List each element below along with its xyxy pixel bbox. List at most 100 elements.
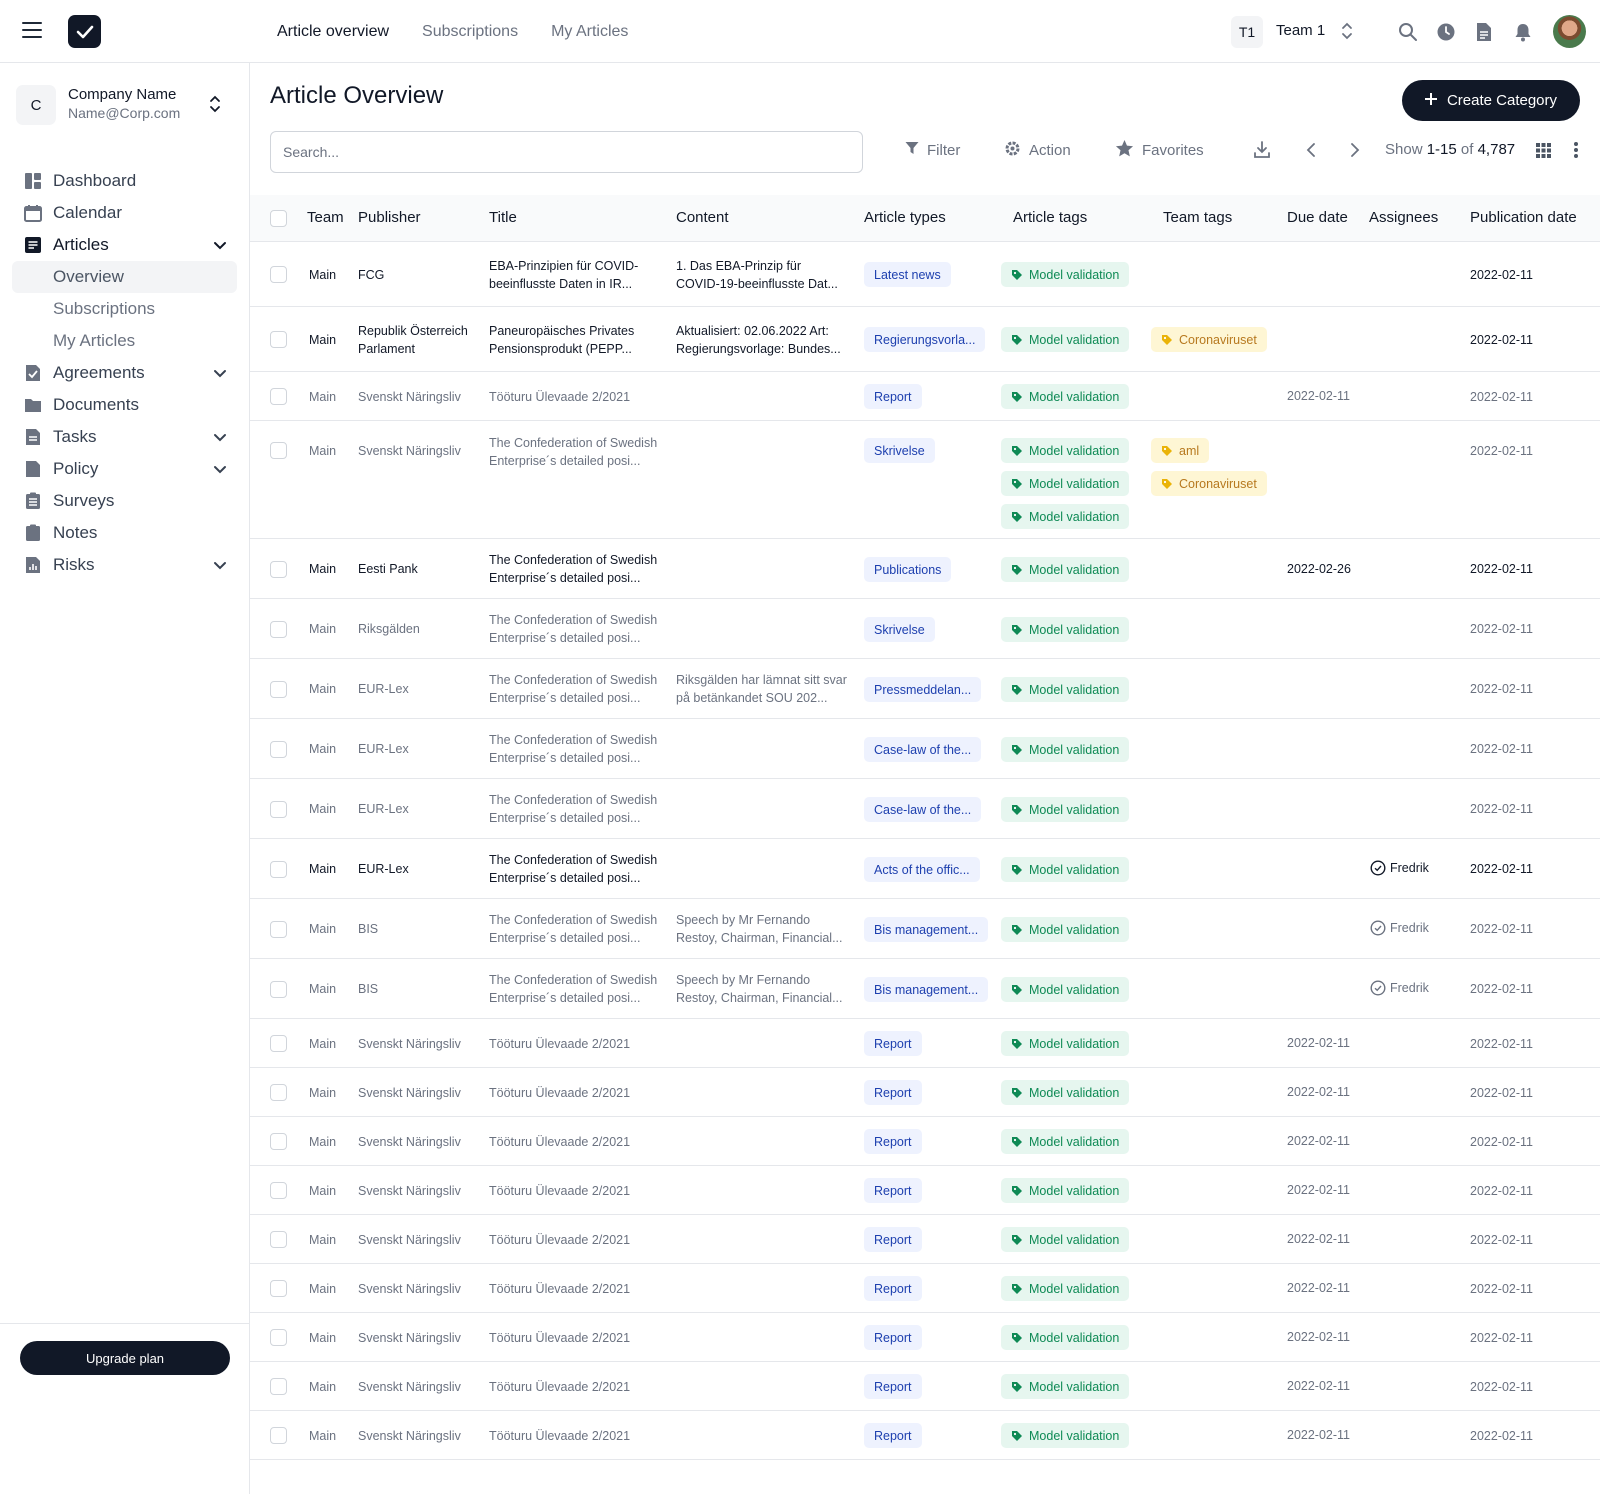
article-tag-badge[interactable]: Model validation: [1001, 1276, 1130, 1301]
article-tag-badge[interactable]: Model validation: [1001, 1129, 1130, 1154]
assignee-cell[interactable]: Fredrik: [1370, 980, 1429, 996]
article-tag-badge[interactable]: Model validation: [1001, 977, 1130, 1002]
search-icon[interactable]: [1397, 21, 1419, 43]
row-checkbox[interactable]: [270, 681, 287, 698]
article-tag-badge[interactable]: Model validation: [1001, 917, 1130, 942]
team-badge[interactable]: T1: [1231, 16, 1263, 48]
table-row[interactable]: Main Svenskt Näringsliv Tööturu Ülevaade 2…: [250, 1068, 1600, 1117]
team-tag-badge[interactable]: aml: [1151, 438, 1210, 463]
create-category-button[interactable]: Create Category: [1402, 80, 1580, 121]
table-row[interactable]: Main EUR-Lex The Confederation of Swedish E…: [250, 779, 1600, 839]
sidebar-item-notes[interactable]: Notes: [12, 517, 237, 549]
team-switcher-icon[interactable]: [1340, 20, 1354, 42]
column-header-assignees[interactable]: Assignees: [1369, 209, 1438, 226]
team-tag-badge[interactable]: Coronaviruset: [1151, 327, 1267, 352]
table-row[interactable]: Main Svenskt Näringsliv The Confederation …: [250, 421, 1600, 539]
sidebar-item-agreements[interactable]: Agreements: [12, 357, 237, 389]
action-button[interactable]: Action: [1004, 139, 1071, 161]
article-type-badge[interactable]: Publications: [864, 557, 952, 582]
article-tag-badge[interactable]: Model validation: [1001, 438, 1130, 463]
column-header-content[interactable]: Content: [676, 209, 729, 226]
row-checkbox[interactable]: [270, 1378, 287, 1395]
article-type-badge[interactable]: Report: [864, 1031, 922, 1056]
row-checkbox[interactable]: [270, 442, 287, 459]
article-type-badge[interactable]: Report: [864, 1178, 922, 1203]
article-tag-badge[interactable]: Model validation: [1001, 677, 1130, 702]
article-tag-badge[interactable]: Model validation: [1001, 384, 1130, 409]
app-logo[interactable]: [68, 15, 101, 48]
row-checkbox[interactable]: [270, 1231, 287, 1248]
table-row[interactable]: Main Svenskt Näringsliv Tööturu Ülevaade 2…: [250, 1019, 1600, 1068]
row-checkbox[interactable]: [270, 331, 287, 348]
table-row[interactable]: Main Republik Österreich Parlament Paneurop…: [250, 307, 1600, 372]
table-row[interactable]: Main Svenskt Näringsliv Tööturu Ülevaade 2…: [250, 1264, 1600, 1313]
chevron-left-icon[interactable]: [1306, 139, 1316, 161]
column-header-article-types[interactable]: Article types: [864, 209, 946, 226]
table-row[interactable]: Main Svenskt Näringsliv Tööturu Ülevaade 2…: [250, 1166, 1600, 1215]
article-type-badge[interactable]: Bis management...: [864, 917, 989, 942]
more-vertical-icon[interactable]: [1573, 139, 1579, 161]
article-type-badge[interactable]: Regierungsvorla...: [864, 327, 986, 352]
article-tag-badge[interactable]: Model validation: [1001, 797, 1130, 822]
article-tag-badge[interactable]: Model validation: [1001, 1325, 1130, 1350]
column-header-team[interactable]: Team: [307, 209, 344, 226]
sidebar-item-surveys[interactable]: Surveys: [12, 485, 237, 517]
table-row[interactable]: Main BIS The Confederation of Swedish Enter…: [250, 899, 1600, 959]
article-tag-badge[interactable]: Model validation: [1001, 557, 1130, 582]
assignee-cell[interactable]: Fredrik: [1370, 860, 1429, 876]
row-checkbox[interactable]: [270, 1182, 287, 1199]
sidebar-item-risks[interactable]: Risks: [12, 549, 237, 581]
article-type-badge[interactable]: Report: [864, 1423, 922, 1448]
favorites-button[interactable]: Favorites: [1115, 139, 1204, 161]
chevron-right-icon[interactable]: [1350, 139, 1360, 161]
article-tag-badge[interactable]: Model validation: [1001, 471, 1130, 496]
user-avatar[interactable]: [1553, 15, 1586, 48]
filter-button[interactable]: Filter: [905, 139, 960, 161]
chevron-down-icon[interactable]: [213, 430, 227, 450]
article-tag-badge[interactable]: Model validation: [1001, 857, 1130, 882]
article-tag-badge[interactable]: Model validation: [1001, 1374, 1130, 1399]
table-row[interactable]: Main Riksgälden The Confederation of Swedi…: [250, 599, 1600, 659]
top-nav-article-overview[interactable]: Article overview: [277, 20, 389, 44]
sidebar-item-articles[interactable]: Articles: [12, 229, 237, 261]
column-header-due-date[interactable]: Due date: [1287, 209, 1348, 226]
column-header-title[interactable]: Title: [489, 209, 517, 226]
article-tag-badge[interactable]: Model validation: [1001, 737, 1130, 762]
top-nav-subscriptions[interactable]: Subscriptions: [422, 20, 518, 44]
upgrade-plan-button[interactable]: Upgrade plan: [20, 1341, 230, 1375]
table-row[interactable]: Main EUR-Lex The Confederation of Swedish E…: [250, 659, 1600, 719]
download-icon[interactable]: [1253, 139, 1271, 161]
article-type-badge[interactable]: Skrivelse: [864, 438, 935, 463]
row-checkbox[interactable]: [270, 921, 287, 938]
row-checkbox[interactable]: [270, 266, 287, 283]
article-tag-badge[interactable]: Model validation: [1001, 617, 1130, 642]
bell-icon[interactable]: [1512, 21, 1534, 43]
article-type-badge[interactable]: Report: [864, 1227, 922, 1252]
row-checkbox[interactable]: [270, 981, 287, 998]
row-checkbox[interactable]: [270, 1329, 287, 1346]
select-all-checkbox[interactable]: [270, 210, 287, 227]
article-type-badge[interactable]: Skrivelse: [864, 617, 935, 642]
article-tag-badge[interactable]: Model validation: [1001, 1178, 1130, 1203]
table-row[interactable]: Main BIS The Confederation of Swedish Enter…: [250, 959, 1600, 1019]
table-row[interactable]: Main Eesti Pank The Confederation of Swedi…: [250, 539, 1600, 599]
top-nav-my-articles[interactable]: My Articles: [551, 20, 628, 44]
company-switch-icon[interactable]: [209, 93, 221, 120]
table-row[interactable]: Main Svenskt Näringsliv Tööturu Ülevaade 2…: [250, 372, 1600, 421]
article-type-badge[interactable]: Report: [864, 1276, 922, 1301]
menu-icon[interactable]: [22, 22, 42, 38]
chevron-down-icon[interactable]: [213, 238, 227, 258]
clock-icon[interactable]: [1435, 21, 1457, 43]
article-type-badge[interactable]: Case-law of the...: [864, 797, 982, 822]
column-header-publication-date[interactable]: Publication date: [1470, 209, 1577, 226]
table-row[interactable]: Main Svenskt Näringsliv Tööturu Ülevaade 2…: [250, 1313, 1600, 1362]
row-checkbox[interactable]: [270, 801, 287, 818]
article-tag-badge[interactable]: Model validation: [1001, 1080, 1130, 1105]
sidebar-item-dashboard[interactable]: Dashboard: [12, 165, 237, 197]
table-row[interactable]: Main Svenskt Näringsliv Tööturu Ülevaade 2…: [250, 1215, 1600, 1264]
row-checkbox[interactable]: [270, 621, 287, 638]
table-row[interactable]: Main Svenskt Näringsliv Tööturu Ülevaade 2…: [250, 1362, 1600, 1411]
row-checkbox[interactable]: [270, 561, 287, 578]
row-checkbox[interactable]: [270, 1084, 287, 1101]
row-checkbox[interactable]: [270, 1035, 287, 1052]
